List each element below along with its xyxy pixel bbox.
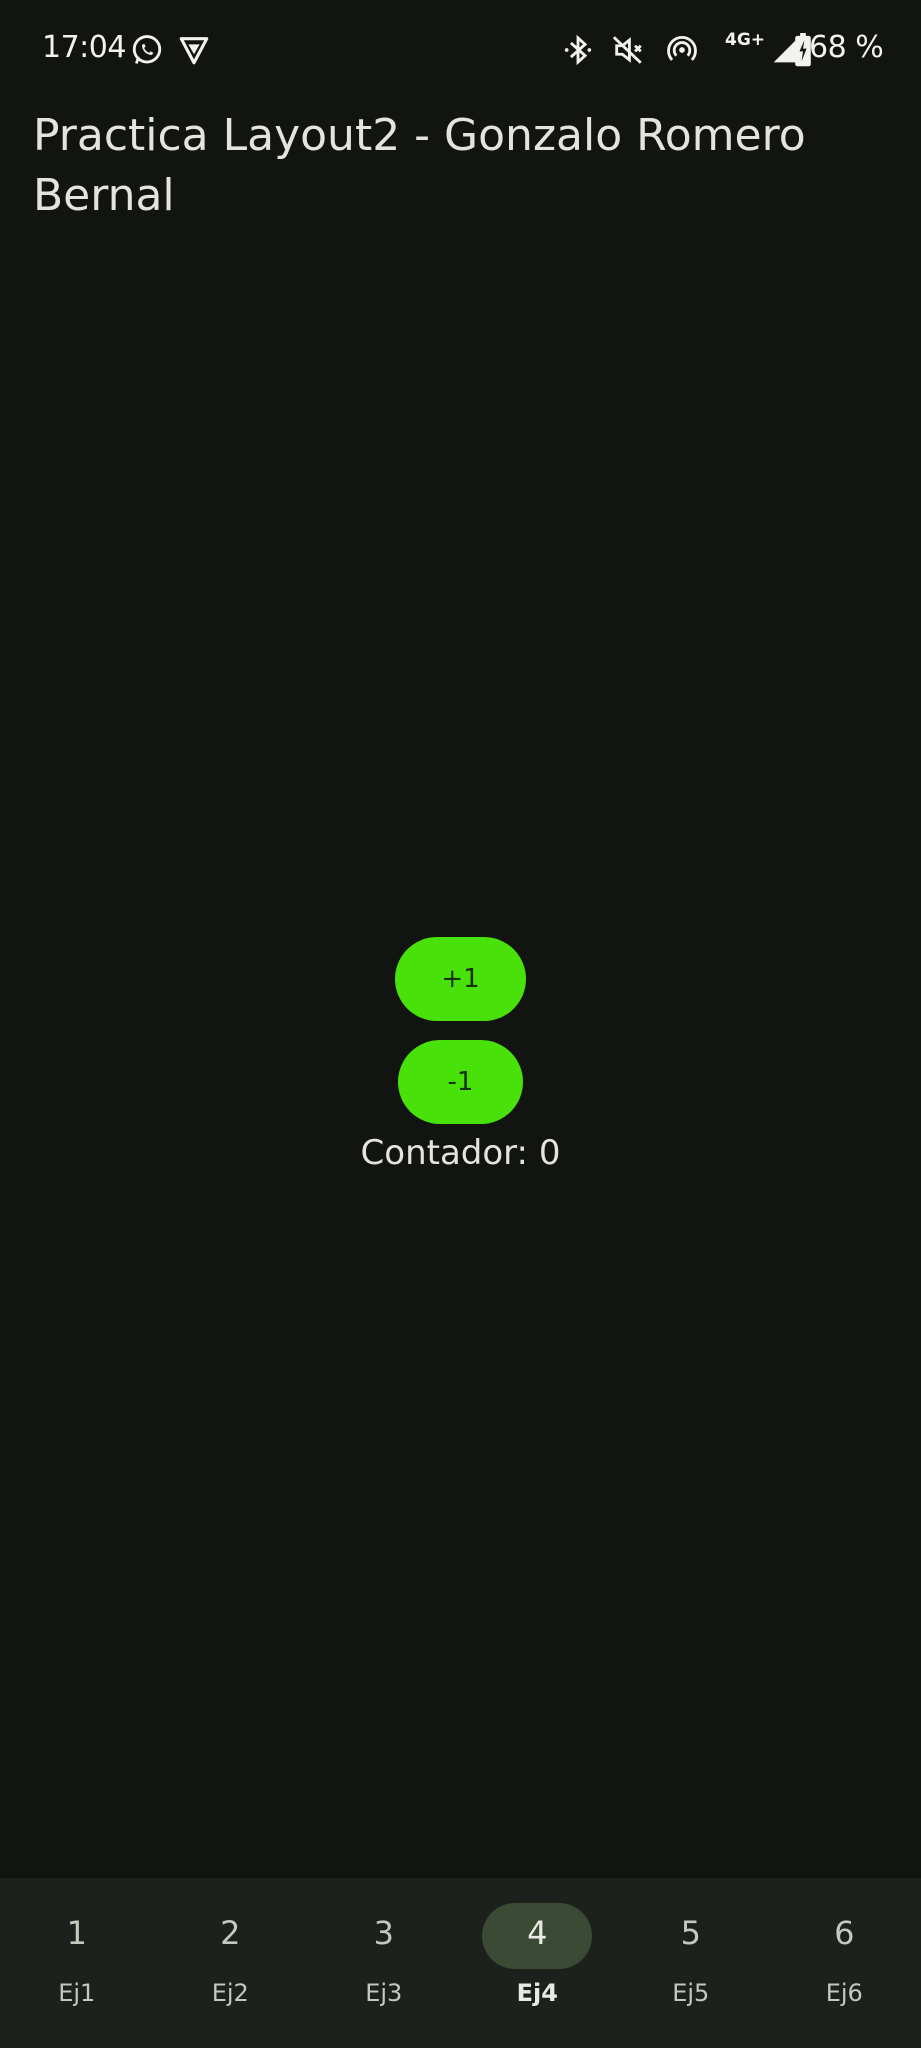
nav-number-icon: 1	[66, 1914, 87, 1952]
decrement-button[interactable]: -1	[398, 1040, 523, 1124]
nav-label: Ej4	[516, 1979, 558, 2007]
bluetooth-icon	[564, 34, 592, 66]
mute-icon	[612, 36, 642, 64]
page-title: Practica Layout2 - Gonzalo Romero Bernal	[33, 110, 806, 221]
increment-button[interactable]: +1	[395, 937, 526, 1021]
nav-number-icon: 2	[220, 1914, 241, 1952]
status-time: 17:04	[42, 30, 126, 65]
vpn-shield-icon	[179, 37, 209, 65]
whatsapp-icon	[132, 35, 162, 64]
nav-item-ej3[interactable]: 3 Ej3	[307, 1878, 461, 2048]
nav-item-ej5[interactable]: 5 Ej5	[614, 1878, 768, 2048]
counter-label: Contador: 0	[360, 1133, 561, 1173]
bottom-navigation: 1 Ej1 2 Ej2 3 Ej3 4 Ej4 5 Ej5 6 Ej6	[0, 1878, 921, 2048]
nav-label: Ej1	[58, 1979, 96, 2007]
nav-item-ej4[interactable]: 4 Ej4	[461, 1878, 615, 2048]
nav-item-ej6[interactable]: 6 Ej6	[768, 1878, 921, 2048]
nav-number-icon: 3	[373, 1914, 394, 1952]
nav-item-ej2[interactable]: 2 Ej2	[154, 1878, 308, 2048]
nav-number-icon: 5	[680, 1914, 701, 1952]
status-right-group: 4G+ 68 %	[561, 0, 921, 100]
nav-number-icon: 6	[834, 1914, 855, 1952]
hotspot-icon	[667, 36, 697, 61]
nav-label: Ej5	[672, 1979, 710, 2007]
status-bar: 17:04 4G+ 68 %	[0, 0, 921, 100]
nav-number-icon: 4	[527, 1914, 548, 1952]
nav-label: Ej2	[211, 1979, 249, 2007]
network-type: 4G+	[725, 30, 766, 50]
nav-label: Ej6	[825, 1979, 863, 2007]
nav-label: Ej3	[365, 1979, 403, 2007]
nav-item-ej1[interactable]: 1 Ej1	[0, 1878, 154, 2048]
battery-percent: 68 %	[809, 30, 884, 65]
